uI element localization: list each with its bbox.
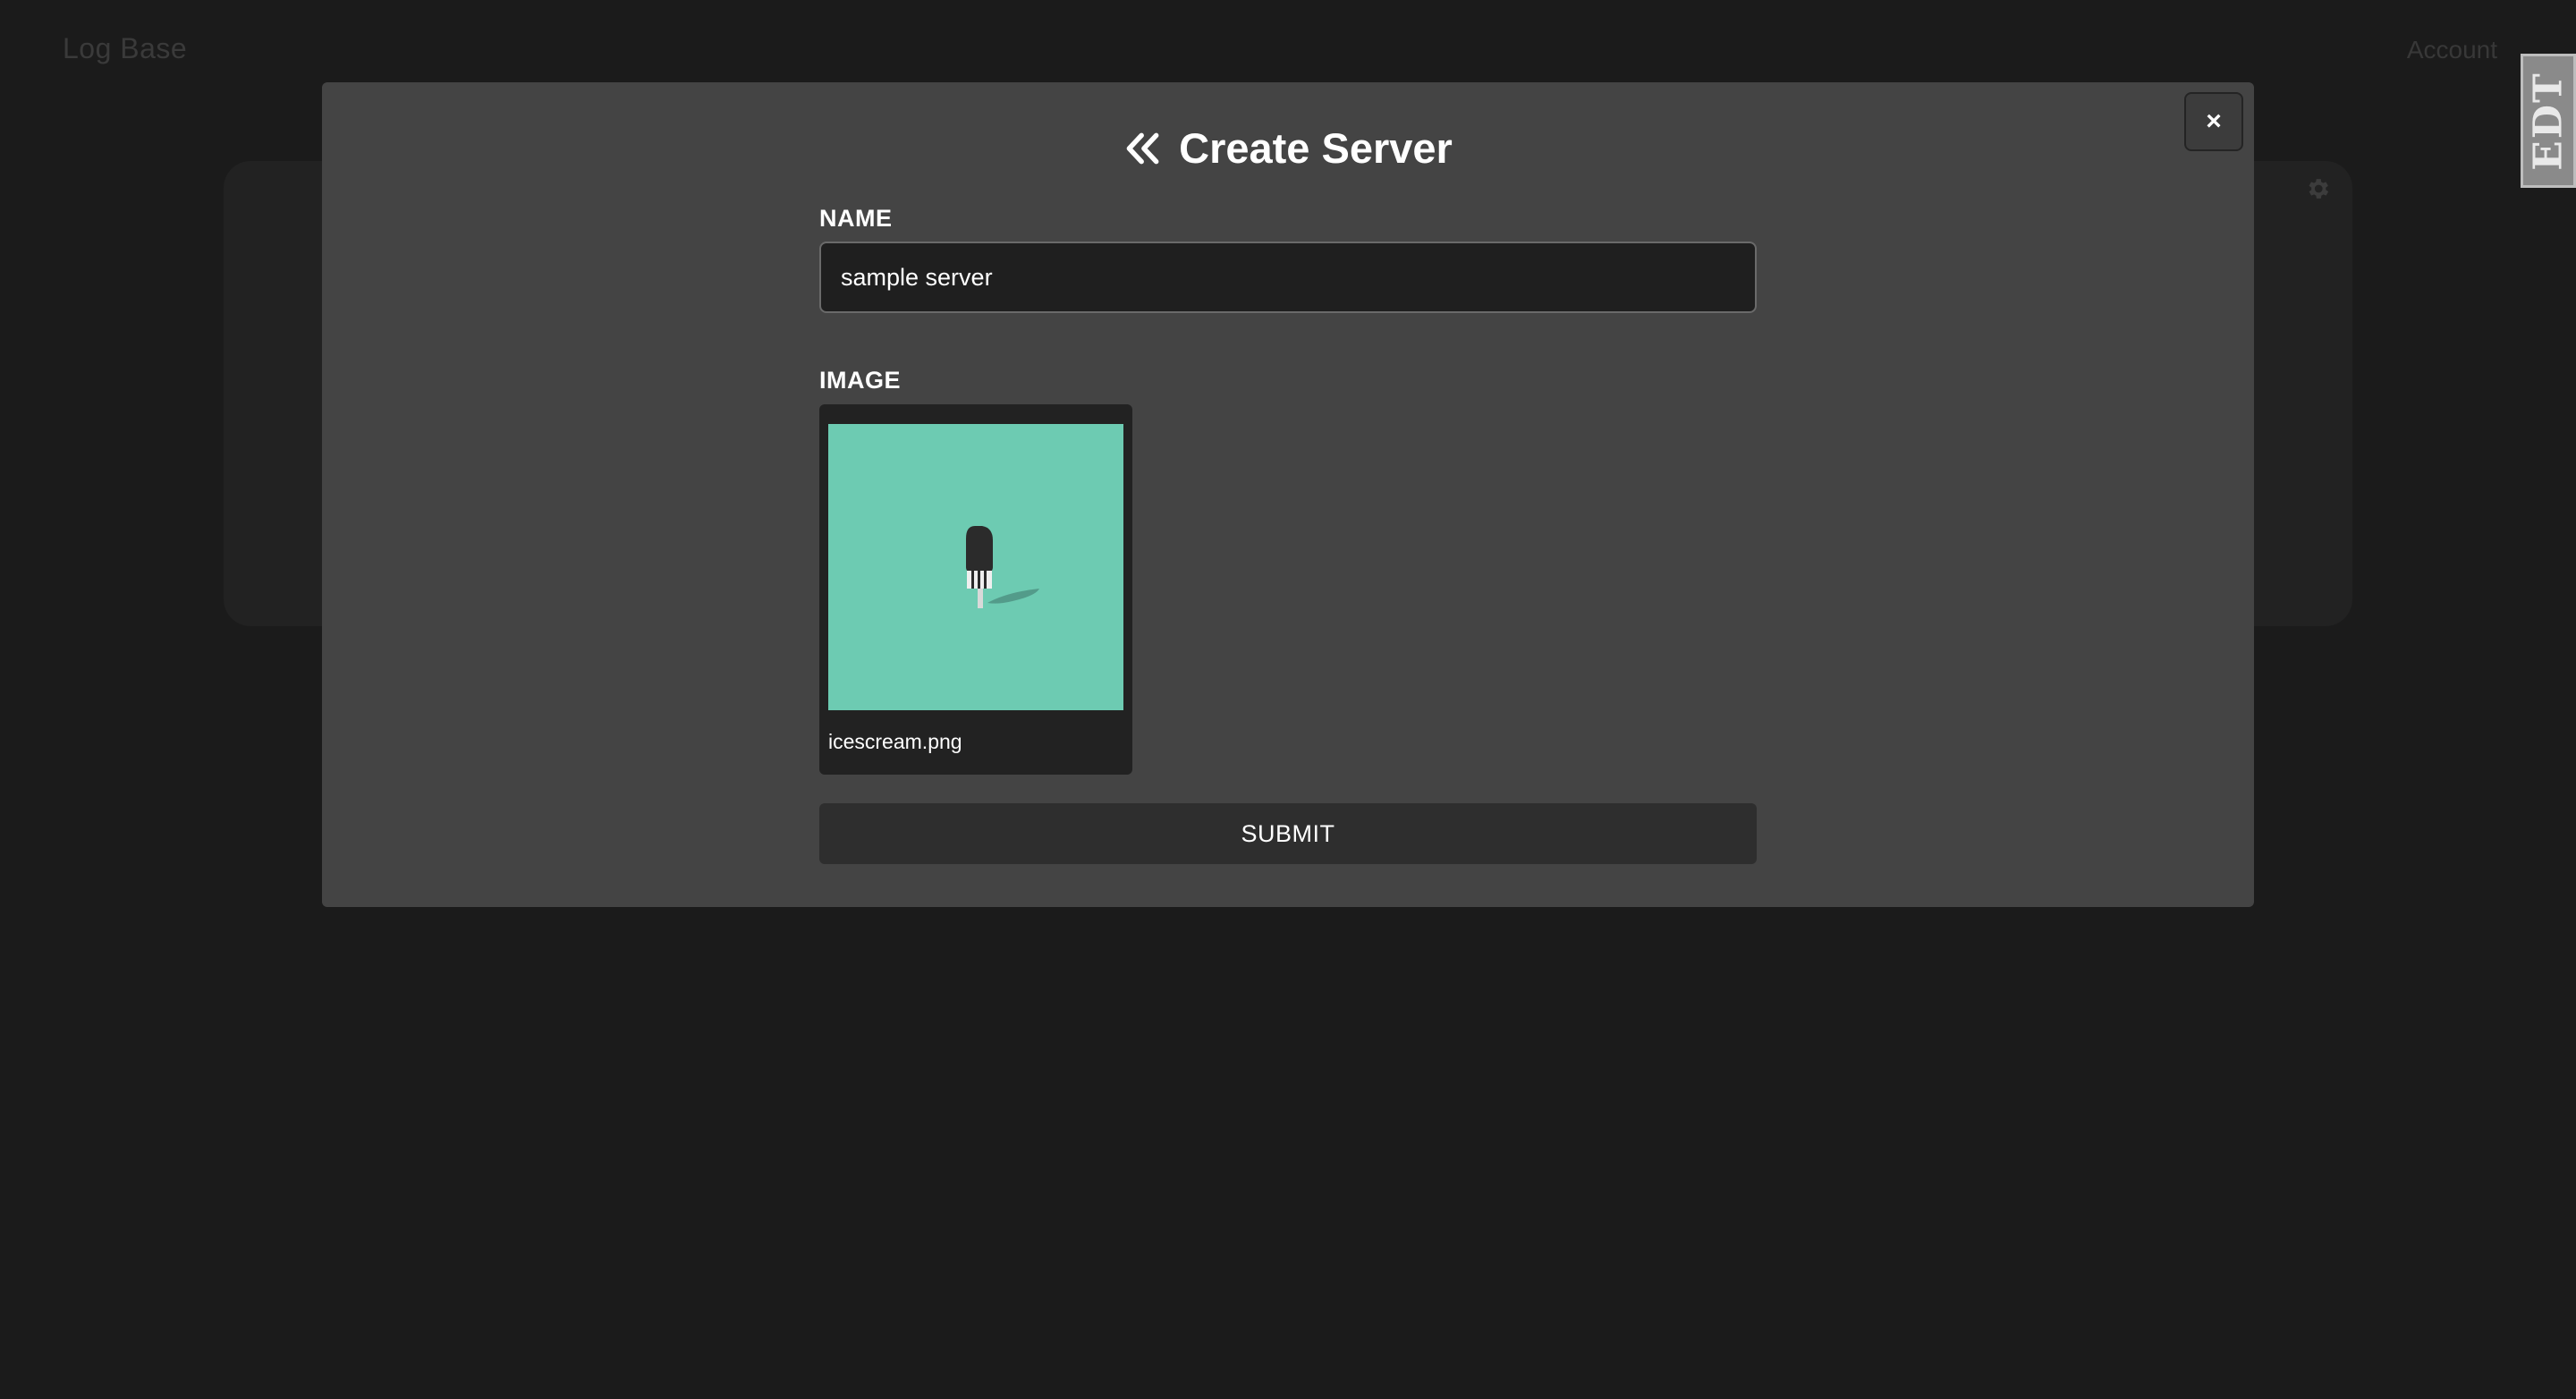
name-label: NAME: [819, 205, 893, 232]
image-upload-card[interactable]: icescream.png: [819, 404, 1132, 775]
page: Log Base Account EDT × Create Server NAM…: [0, 0, 2576, 1399]
image-label: IMAGE: [819, 367, 902, 394]
modal-title: Create Server: [1179, 124, 1453, 172]
app-logo[interactable]: Log Base: [63, 32, 187, 65]
image-preview: [828, 424, 1123, 710]
edt-badge-label: EDT: [2525, 71, 2572, 171]
gear-icon[interactable]: [2304, 175, 2331, 202]
modal-header: Create Server: [322, 123, 2254, 173]
create-server-modal: [322, 82, 2254, 907]
submit-button[interactable]: SUBMIT: [819, 803, 1757, 864]
name-input[interactable]: [819, 242, 1757, 313]
double-chevron-left-icon[interactable]: [1123, 129, 1163, 168]
account-link[interactable]: Account: [2407, 36, 2497, 64]
ice-cream-image: [966, 523, 1039, 608]
edt-badge[interactable]: EDT: [2521, 54, 2576, 188]
image-filename: icescream.png: [828, 730, 962, 753]
